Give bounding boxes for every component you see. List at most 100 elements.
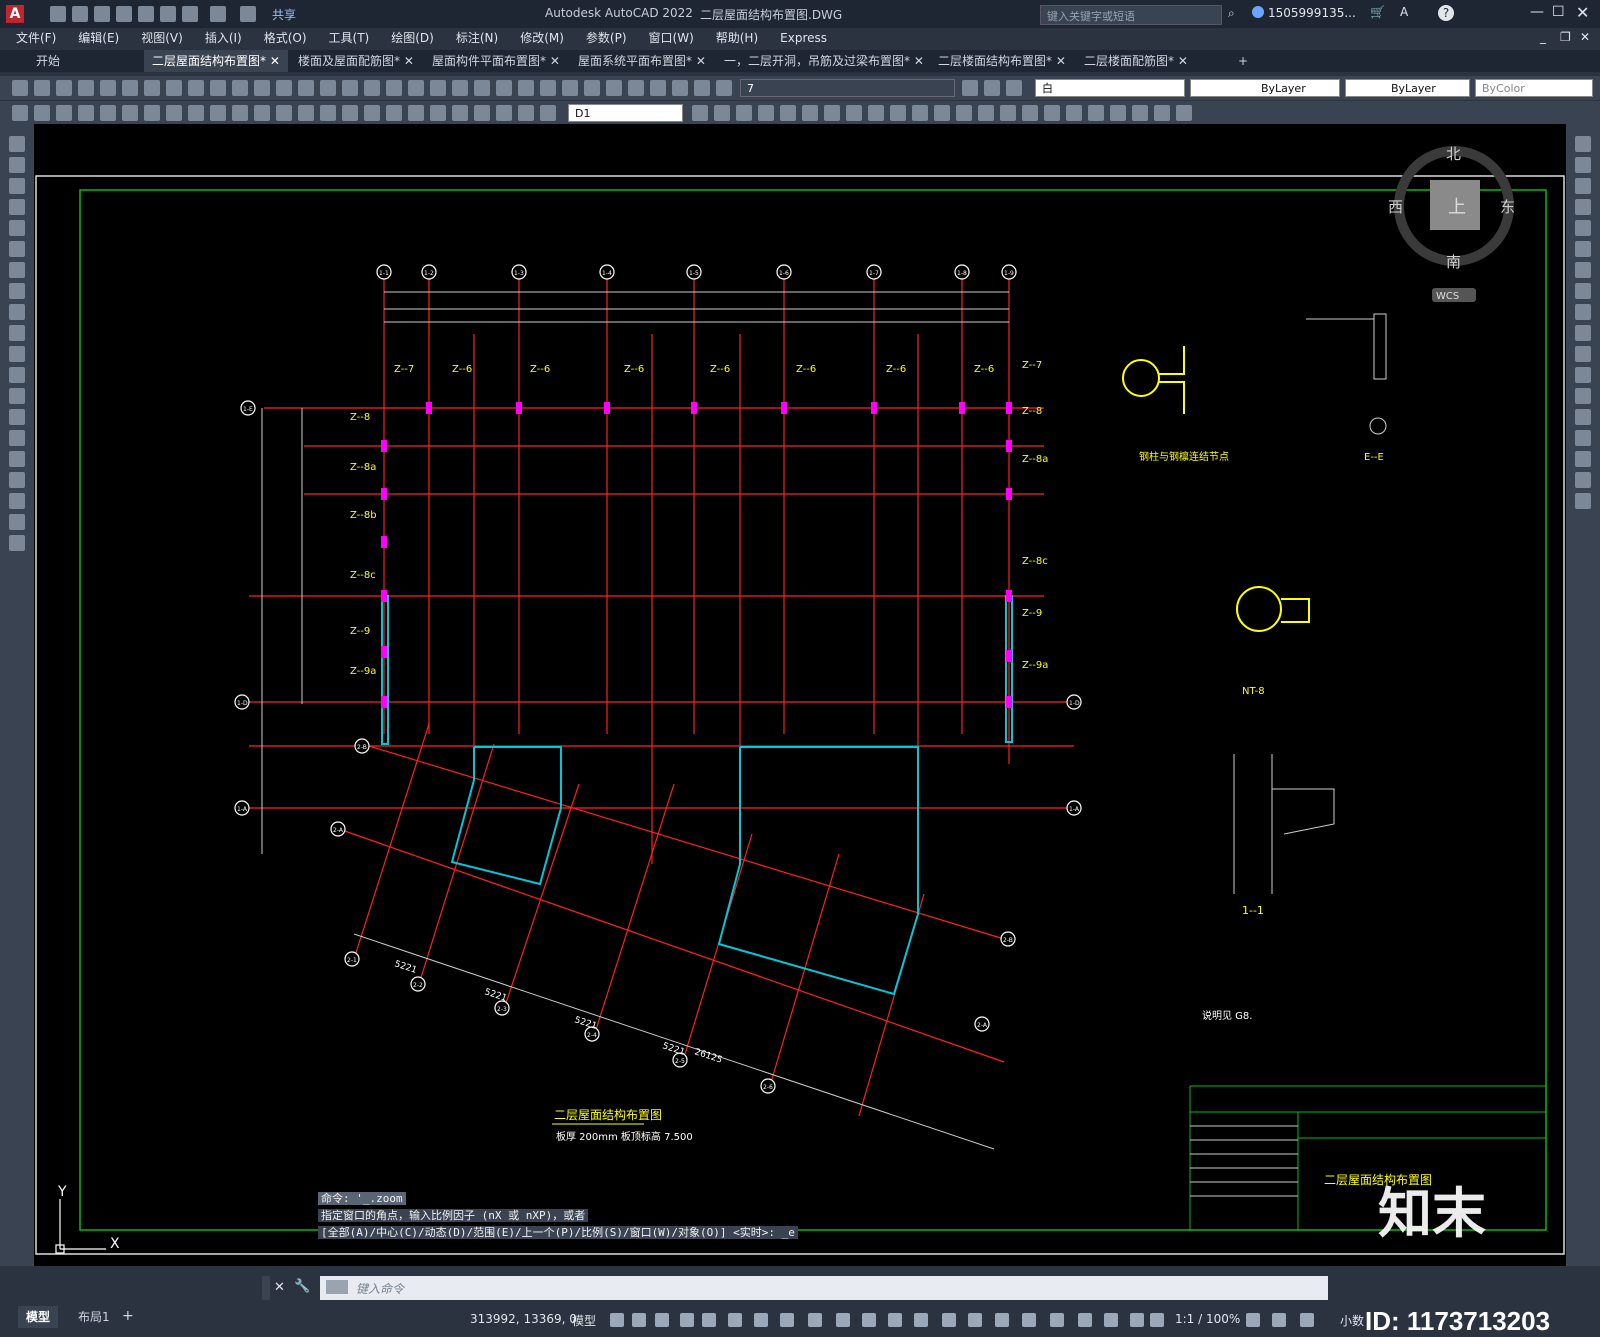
- modify-tool-icon[interactable]: [1575, 178, 1591, 194]
- standard-tool-icon[interactable]: [562, 80, 578, 96]
- standard-tool-icon[interactable]: [342, 80, 358, 96]
- modify-tool-icon[interactable]: [1575, 262, 1591, 278]
- cmd-close-icon[interactable]: ✕: [274, 1280, 285, 1295]
- dimension-tool-icon[interactable]: [408, 105, 424, 121]
- standard-tool-icon[interactable]: [232, 80, 248, 96]
- dimstyle-dropdown[interactable]: D1: [568, 104, 683, 122]
- command-input[interactable]: 键入命令: [320, 1276, 1328, 1300]
- modify-tool-icon[interactable]: [1575, 367, 1591, 383]
- dimension-tool-icon[interactable]: [188, 105, 204, 121]
- dimension-tool-icon[interactable]: [890, 105, 906, 121]
- doc-close-icon[interactable]: ✕: [1580, 30, 1590, 44]
- menu-item[interactable]: 帮助(H): [716, 28, 758, 48]
- draw-tool-icon[interactable]: [9, 136, 25, 152]
- tab-close-icon[interactable]: ✕: [692, 54, 706, 68]
- dimension-tool-icon[interactable]: [978, 105, 994, 121]
- standard-tool-icon[interactable]: [12, 80, 28, 96]
- status-toggle-icon[interactable]: [995, 1313, 1009, 1327]
- dimension-tool-icon[interactable]: [846, 105, 862, 121]
- status-toggle-icon[interactable]: [1130, 1313, 1144, 1327]
- draw-tool-icon[interactable]: [9, 535, 25, 551]
- save-icon[interactable]: [94, 6, 110, 22]
- dimension-tool-icon[interactable]: [342, 105, 358, 121]
- viewcube-north[interactable]: 北: [1446, 145, 1461, 163]
- dimension-tool-icon[interactable]: [364, 105, 380, 121]
- draw-tool-icon[interactable]: [9, 367, 25, 383]
- status-toggle-icon[interactable]: [1246, 1313, 1260, 1327]
- dimension-tool-icon[interactable]: [430, 105, 446, 121]
- standard-tool-icon[interactable]: [628, 80, 644, 96]
- standard-tool-icon[interactable]: [606, 80, 622, 96]
- tab-close-icon[interactable]: ✕: [1052, 54, 1066, 68]
- status-toggle-icon[interactable]: [1272, 1313, 1286, 1327]
- draw-tool-icon[interactable]: [9, 178, 25, 194]
- standard-tool-icon[interactable]: [254, 80, 270, 96]
- status-toggle-icon[interactable]: [655, 1313, 669, 1327]
- standard-tool-icon[interactable]: [540, 80, 556, 96]
- status-toggle-icon[interactable]: [1104, 1313, 1118, 1327]
- autocad-logo-icon[interactable]: A: [6, 5, 24, 23]
- plotstyle-dropdown[interactable]: ByColor: [1475, 79, 1593, 97]
- draw-tool-icon[interactable]: [9, 220, 25, 236]
- standard-tool-icon[interactable]: [276, 80, 292, 96]
- draw-tool-icon[interactable]: [9, 493, 25, 509]
- menu-item[interactable]: 视图(V): [141, 28, 183, 48]
- modify-tool-icon[interactable]: [1575, 136, 1591, 152]
- dimension-tool-icon[interactable]: [386, 105, 402, 121]
- standard-tool-icon[interactable]: [100, 80, 116, 96]
- file-tab[interactable]: 楼面及屋面配筋图* ✕: [290, 50, 422, 72]
- drawing-canvas[interactable]: 1-1 1-2 1-3 1-4 1-5 1-6 1-7 1-8 1-9 1-E 1-D 2-B 1-A 2…: [34, 124, 1566, 1266]
- dimension-tool-icon[interactable]: [1176, 105, 1192, 121]
- layout1-tab[interactable]: 布局1: [70, 1306, 118, 1328]
- dimension-tool-icon[interactable]: [1132, 105, 1148, 121]
- draw-tool-icon[interactable]: [9, 472, 25, 488]
- cart-icon[interactable]: 🛒: [1370, 5, 1385, 19]
- status-toggle-icon[interactable]: [728, 1313, 742, 1327]
- viewcube-east[interactable]: 东: [1500, 198, 1515, 216]
- model-tab[interactable]: 模型: [18, 1306, 59, 1328]
- undo-icon[interactable]: [210, 6, 226, 22]
- standard-tool-icon[interactable]: [408, 80, 424, 96]
- standard-tool-icon[interactable]: [122, 80, 138, 96]
- status-toggle-icon[interactable]: [888, 1313, 902, 1327]
- standard-tool-icon[interactable]: [430, 80, 446, 96]
- status-toggle-icon[interactable]: [1300, 1313, 1314, 1327]
- cmd-grip[interactable]: [262, 1276, 270, 1300]
- standard-tool-icon[interactable]: [650, 80, 666, 96]
- modify-tool-icon[interactable]: [1575, 451, 1591, 467]
- dimension-tool-icon[interactable]: [824, 105, 840, 121]
- maximize-icon[interactable]: ☐: [1552, 4, 1565, 20]
- dimension-tool-icon[interactable]: [232, 105, 248, 121]
- dimension-tool-icon[interactable]: [518, 105, 534, 121]
- standard-tool-icon[interactable]: [210, 80, 226, 96]
- status-toggle-icon[interactable]: [632, 1313, 646, 1327]
- standard-tool-icon[interactable]: [188, 80, 204, 96]
- draw-tool-icon[interactable]: [9, 262, 25, 278]
- file-tab[interactable]: 屋面系统平面布置图* ✕: [570, 50, 714, 72]
- menu-item[interactable]: 标注(N): [456, 28, 498, 48]
- dimension-tool-icon[interactable]: [144, 105, 160, 121]
- export-icon[interactable]: [160, 6, 176, 22]
- file-tab[interactable]: 屋面构件平面布置图* ✕: [424, 50, 568, 72]
- autodesk-app-icon[interactable]: A: [1400, 5, 1408, 19]
- draw-tool-icon[interactable]: [9, 325, 25, 341]
- dimension-tool-icon[interactable]: [714, 105, 730, 121]
- status-toggle-icon[interactable]: [1150, 1313, 1164, 1327]
- standard-tool-icon[interactable]: [984, 80, 1000, 96]
- status-toggle-icon[interactable]: [1022, 1313, 1036, 1327]
- draw-tool-icon[interactable]: [9, 157, 25, 173]
- dimension-tool-icon[interactable]: [166, 105, 182, 121]
- help-search-input[interactable]: 键入关键字或短语: [1040, 5, 1222, 25]
- status-toggle-icon[interactable]: [1050, 1313, 1064, 1327]
- menu-item[interactable]: Express: [780, 28, 827, 48]
- file-tab[interactable]: 开始: [28, 50, 68, 72]
- dimension-tool-icon[interactable]: [1110, 105, 1126, 121]
- dimension-tool-icon[interactable]: [912, 105, 928, 121]
- standard-tool-icon[interactable]: [78, 80, 94, 96]
- new-tab-icon[interactable]: +: [1230, 50, 1256, 72]
- print-icon[interactable]: [182, 6, 198, 22]
- standard-tool-icon[interactable]: [364, 80, 380, 96]
- open-file-icon[interactable]: [72, 6, 88, 22]
- annotation-scale[interactable]: 1:1 / 100%: [1175, 1312, 1240, 1326]
- standard-tool-icon[interactable]: [386, 80, 402, 96]
